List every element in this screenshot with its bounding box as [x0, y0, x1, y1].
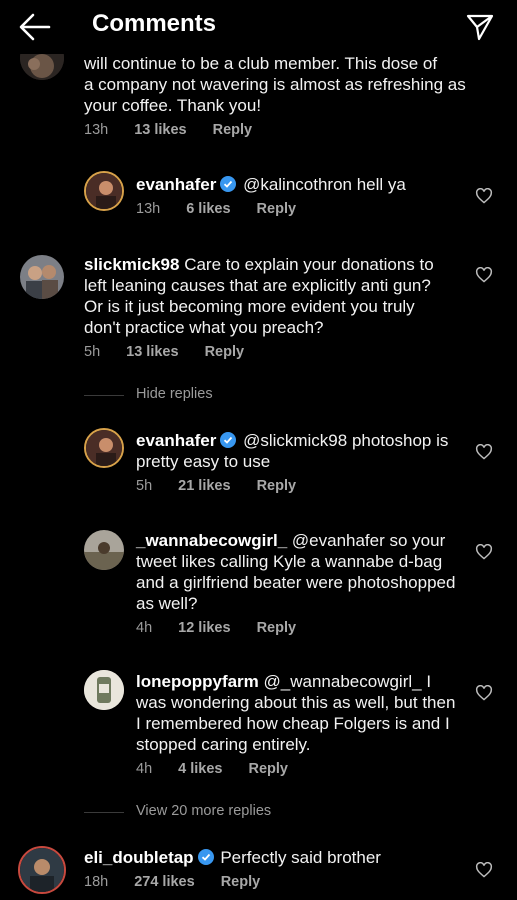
comment: slickmick98 Care to explain your donatio… [84, 254, 454, 360]
view-more-replies-button[interactable]: View 20 more replies [136, 803, 271, 819]
heart-icon[interactable] [475, 444, 493, 460]
comment-meta: 5h 21 likes Reply [136, 478, 456, 494]
comment: _wannabecowgirl_ @evanhafer so your twee… [136, 530, 456, 636]
comment-likes[interactable]: 6 likes [186, 201, 230, 217]
comment-username[interactable]: slickmick98 [84, 255, 179, 274]
verified-badge-icon [220, 176, 237, 192]
comment-likes[interactable]: 13 likes [126, 344, 178, 360]
comment-likes[interactable]: 13 likes [134, 122, 186, 138]
comment-likes[interactable]: 21 likes [178, 478, 230, 494]
comment-time: 18h [84, 874, 109, 890]
avatar[interactable] [84, 171, 124, 211]
reply-button[interactable]: Reply [257, 478, 297, 494]
comment-meta: 13h 13 likes Reply [84, 122, 484, 138]
reply-button[interactable]: Reply [257, 620, 297, 636]
comment: evanhafer @slickmick98 photoshop is pret… [136, 430, 456, 494]
comment-meta: 4h 12 likes Reply [136, 620, 456, 636]
heart-icon[interactable] [475, 685, 493, 701]
comment-time: 13h [84, 122, 109, 138]
comment: will continue to be a club member. This … [84, 53, 484, 138]
reply-button[interactable]: Reply [257, 201, 297, 217]
comment: eli_doubletap Perfectly said brother 18h… [84, 847, 454, 890]
comments-list[interactable]: will continue to be a club member. This … [0, 0, 517, 900]
reply-button[interactable]: Reply [205, 344, 245, 360]
avatar[interactable] [84, 530, 124, 570]
comment-time: 5h [136, 478, 153, 494]
comment-username[interactable]: eli_doubletap [84, 848, 194, 867]
heart-icon[interactable] [475, 267, 493, 283]
avatar[interactable] [84, 428, 124, 468]
comment-username[interactable]: evanhafer [136, 431, 216, 450]
avatar[interactable] [20, 255, 64, 299]
reply-button[interactable]: Reply [213, 122, 253, 138]
comment-likes[interactable]: 4 likes [178, 761, 222, 777]
avatar[interactable] [84, 670, 124, 710]
comment: lonepoppyfarm @_wannabecowgirl_ I was wo… [136, 671, 456, 777]
hide-replies-button[interactable]: Hide replies [136, 386, 213, 402]
heart-icon[interactable] [475, 862, 493, 878]
heart-icon[interactable] [475, 188, 493, 204]
comment-text-partial: will continue to be a club member. This … [84, 54, 438, 73]
comment-meta: 18h 274 likes Reply [84, 874, 454, 890]
comment-text: Perfectly said brother [220, 848, 381, 867]
comment-time: 4h [136, 761, 153, 777]
comment-time: 5h [84, 344, 101, 360]
verified-badge-icon [220, 432, 237, 448]
comment-text: a company not wavering is almost as refr… [84, 75, 466, 115]
comment-likes[interactable]: 274 likes [134, 874, 194, 890]
comment-username[interactable]: evanhafer [136, 175, 216, 194]
reply-button[interactable]: Reply [248, 761, 288, 777]
back-arrow-icon[interactable] [18, 12, 52, 42]
comment-meta: 5h 13 likes Reply [84, 344, 454, 360]
comment-username[interactable]: _wannabecowgirl_ [136, 531, 287, 550]
comment-meta: 4h 4 likes Reply [136, 761, 456, 777]
comment-text: @kalincothron hell ya [243, 175, 406, 194]
heart-icon[interactable] [475, 544, 493, 560]
comment-meta: 13h 6 likes Reply [136, 201, 456, 217]
send-icon[interactable] [465, 12, 495, 42]
thread-line [84, 395, 124, 396]
thread-line [84, 812, 124, 813]
header-bar: Comments [0, 0, 517, 54]
reply-button[interactable]: Reply [221, 874, 261, 890]
comment-likes[interactable]: 12 likes [178, 620, 230, 636]
verified-badge-icon [197, 849, 214, 865]
comment-time: 13h [136, 201, 161, 217]
comment-username[interactable]: lonepoppyfarm [136, 672, 259, 691]
page-title: Comments [92, 10, 217, 37]
comment-time: 4h [136, 620, 153, 636]
comment: evanhafer @kalincothron hell ya 13h 6 lik… [136, 174, 456, 217]
avatar[interactable] [18, 846, 66, 894]
